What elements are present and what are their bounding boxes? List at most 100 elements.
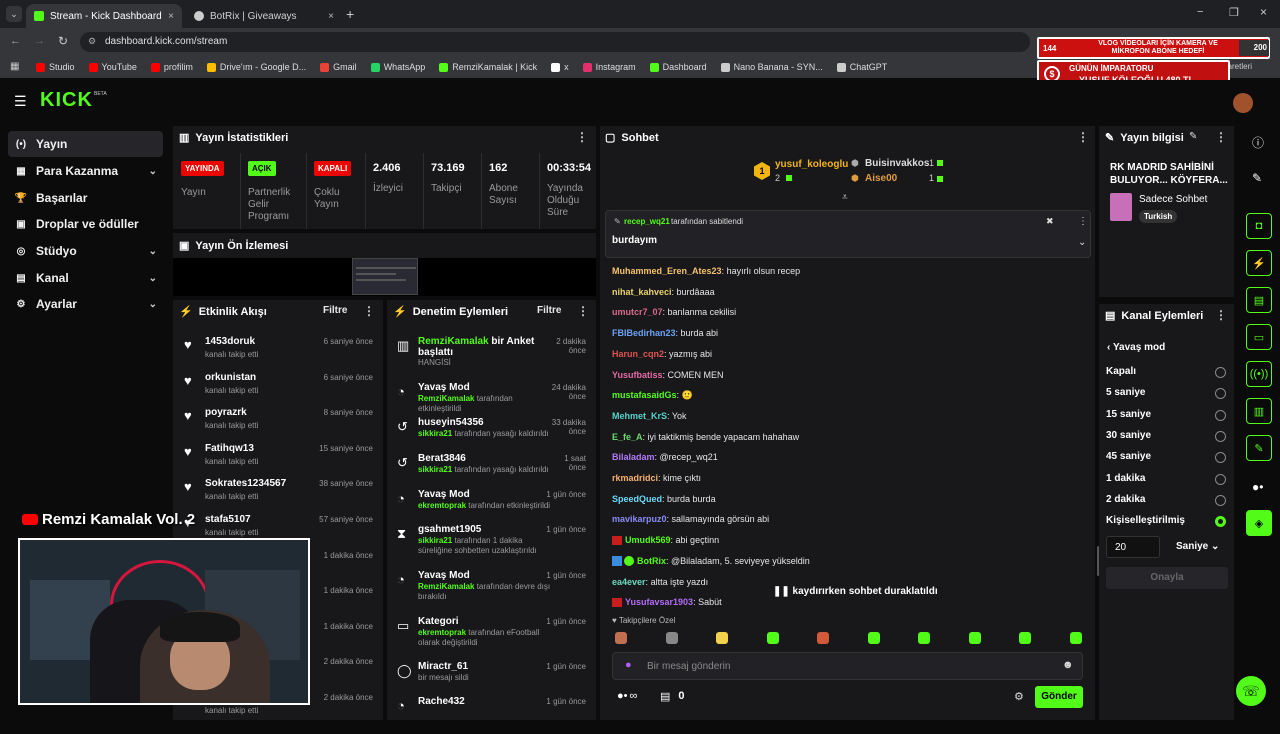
custom-duration-input[interactable]: 20 — [1106, 536, 1160, 558]
emoji-icon[interactable]: ☻ — [1062, 659, 1074, 671]
chat-username[interactable]: Umudk569 — [625, 535, 671, 545]
sidebar-item-kanal[interactable]: ▤ Kanal ⌄ — [8, 265, 163, 291]
emote-icon[interactable] — [766, 632, 779, 644]
pinned-menu-icon[interactable]: ⋮ — [1078, 216, 1088, 227]
minimize-button[interactable]: − — [1197, 6, 1203, 18]
chat-message[interactable]: Mehmet_KrS: Yok — [612, 411, 687, 421]
chat-username[interactable]: Bilaladam — [612, 452, 655, 462]
sidebar-item-st-dyo[interactable]: ◎ Stüdyo ⌄ — [8, 238, 163, 264]
tab-close-icon[interactable]: × — [328, 11, 334, 22]
bookmark-item[interactable]: Nano Banana - SYN... — [720, 62, 823, 72]
activity-user[interactable]: 1453doruk — [205, 336, 255, 347]
moderation-row[interactable]: ◔ Yavaş Mod RemziKamalak tarafından devre … — [387, 568, 596, 608]
moderation-row[interactable]: ◔ Yavaş Mod RemziKamalak tarafından etkinl… — [387, 380, 596, 420]
activity-user[interactable]: stafa5107 — [205, 514, 251, 525]
confirm-button[interactable]: Onayla — [1106, 567, 1228, 589]
chat-username[interactable]: BotRix — [637, 556, 666, 566]
moderation-moderator[interactable]: ekremtoprak — [418, 501, 466, 510]
bookmark-item[interactable]: ChatGPT — [836, 62, 887, 72]
forward-arrow-icon[interactable]: → — [34, 35, 45, 47]
chat-message[interactable]: mavikarpuz0: sallamayında görsün abi — [612, 514, 769, 524]
channel-actions-menu-icon[interactable]: ⋮ — [1215, 308, 1227, 322]
send-button[interactable]: Gönder — [1035, 686, 1083, 708]
sidebar-item-yay-n[interactable]: (•) Yayın — [8, 131, 163, 157]
chat-username[interactable]: mavikarpuz0 — [612, 514, 667, 524]
edit-icon[interactable]: ✎ — [1189, 131, 1197, 142]
activity-row[interactable]: ♥ Sokrates1234567 kanalı takip etti 38 sani… — [173, 476, 383, 510]
bookmark-item[interactable]: Studio — [36, 62, 75, 72]
chat-message[interactable]: Umudk569: abi geçtinn — [612, 535, 719, 546]
stats-menu-icon[interactable]: ⋮ — [576, 130, 588, 144]
gift-counter[interactable]: ▤ 0 — [660, 690, 685, 703]
unit-select[interactable]: Saniye ⌄ — [1176, 541, 1219, 552]
bookmark-item[interactable]: RemziKamalak | Kick — [439, 62, 537, 72]
slow-mode-back-button[interactable]: ‹ Yavaş mod — [1107, 342, 1165, 353]
microphone-icon[interactable]: ● — [625, 659, 632, 671]
bookmark-item[interactable]: x — [551, 62, 569, 72]
bookmark-item[interactable]: Gmail — [320, 62, 357, 72]
moderation-row[interactable]: ◯ Miractr_61 bir mesajı sildi 1 gün önce — [387, 659, 596, 699]
slow-mode-radio[interactable] — [1215, 473, 1226, 485]
rail-button-document[interactable]: ▤ — [1246, 287, 1272, 313]
emote-icon[interactable] — [1019, 632, 1031, 644]
activity-user[interactable]: poyrazrk — [205, 407, 247, 418]
sidebar-item-para-kazanma[interactable]: ▦ Para Kazanma ⌄ — [8, 158, 163, 184]
moderation-moderator[interactable]: RemziKamalak — [418, 582, 474, 591]
kick-logo[interactable]: KICK — [40, 89, 93, 112]
chat-message[interactable]: Bilaladam: @recep_wq21 — [612, 452, 718, 462]
chat-message[interactable]: nihat_kahveci: burdâaaa — [612, 287, 715, 297]
moderation-row[interactable]: ▭ Kategori ekremtoprak tarafından eFootbal… — [387, 614, 596, 654]
chat-username[interactable]: umutcr7_07 — [612, 307, 663, 317]
emote-icon[interactable] — [615, 632, 627, 644]
reload-icon[interactable]: ↻ — [58, 34, 68, 48]
moderation-row[interactable]: ▥ RemziKamalak bir Anket başlattı HANGİSİ 2… — [387, 334, 596, 374]
moderation-menu-icon[interactable]: ⋮ — [577, 304, 589, 318]
chat-message[interactable]: Yusufbatiss: COMEN MEN — [612, 370, 724, 380]
chat-message[interactable]: umutcr7_07: banlanma cekilisi — [612, 307, 736, 317]
slow-mode-radio[interactable] — [1215, 430, 1226, 442]
close-window-button[interactable]: × — [1260, 5, 1267, 19]
activity-user[interactable]: Fatihqw13 — [205, 443, 254, 454]
moderation-filter-button[interactable]: Filtre — [537, 305, 561, 316]
moderation-row[interactable]: ↺ Berat3846 sikkira21 tarafından yasağı ka… — [387, 451, 596, 491]
rail-button-camera[interactable]: ◘ — [1246, 213, 1272, 239]
chat-message[interactable]: Harun_cqn2: yazmış abi — [612, 349, 712, 359]
chat-message[interactable]: E_fe_A: iyi taktikmiş bende yapacam haha… — [612, 432, 799, 442]
moderation-row[interactable]: ◔ Rache432 1 gün önce — [387, 694, 596, 734]
emote-icon[interactable] — [665, 632, 678, 644]
chat-message[interactable]: BotRix: @Bilaladam, 5. seviyeye yükseldi… — [612, 556, 810, 567]
moderation-row[interactable]: ⧗ gsahmet1905 sikkira21 tarafından 1 dakik… — [387, 522, 596, 562]
moderation-actor[interactable]: RemziKamalak — [418, 336, 489, 347]
rail-button-lightning[interactable]: ⚡ — [1246, 250, 1272, 276]
chat-message[interactable]: FBIBedirhan23: burda abi — [612, 328, 718, 338]
rail-button-broadcast[interactable]: ((•)) — [1246, 361, 1272, 387]
info-icon[interactable]: ⓘ — [1252, 134, 1264, 151]
chat-username[interactable]: E_fe_A — [612, 432, 643, 442]
bookmark-item[interactable]: Dashboard — [649, 62, 707, 72]
bookmark-item[interactable]: WhatsApp — [370, 62, 425, 72]
back-arrow-icon[interactable]: ← — [10, 35, 21, 47]
activity-row[interactable]: ♥ 1453doruk kanalı takip etti 6 saniye önce — [173, 334, 383, 368]
emote-icon[interactable] — [817, 632, 829, 644]
bookmark-item[interactable]: Drive'ım - Google D... — [206, 62, 306, 72]
slow-mode-radio[interactable] — [1215, 367, 1226, 378]
activity-row[interactable]: ♥ poyrazrk kanalı takip etti 8 saniye önce — [173, 405, 383, 439]
moderation-row[interactable]: ↺ huseyin54356 sikkira21 tarafından yasağı… — [387, 415, 596, 455]
emote-icon[interactable] — [968, 632, 981, 644]
menu-icon[interactable]: ☰ — [14, 93, 27, 110]
rail-button-wrench[interactable]: ✎ — [1246, 435, 1272, 461]
chat-username[interactable]: SpeedQued — [612, 494, 662, 504]
slow-mode-radio[interactable] — [1215, 494, 1226, 506]
pinned-by-user[interactable]: recep_wq21 — [624, 217, 670, 226]
leader-name[interactable]: Aise00 — [865, 173, 897, 184]
rail-button-puzzle[interactable]: ◈ — [1246, 510, 1272, 536]
chat-username[interactable]: Yusufbatiss — [612, 370, 663, 380]
chat-message[interactable]: SpeedQued: burda burda — [612, 494, 716, 504]
url-field[interactable]: ⚙ dashboard.kick.com/stream — [80, 32, 1030, 52]
chat-message[interactable]: mustafasaidGs: 🙂 — [612, 390, 693, 401]
chat-username[interactable]: Muhammed_Eren_Ates23 — [612, 266, 722, 276]
moderation-moderator[interactable]: sikkira21 — [418, 429, 452, 438]
activity-row[interactable]: ♥ Fatihqw13 kanalı takip etti 15 saniye önc… — [173, 441, 383, 475]
apps-grid-icon[interactable]: ▦ — [10, 61, 19, 72]
info-menu-icon[interactable]: ⋮ — [1215, 130, 1227, 144]
